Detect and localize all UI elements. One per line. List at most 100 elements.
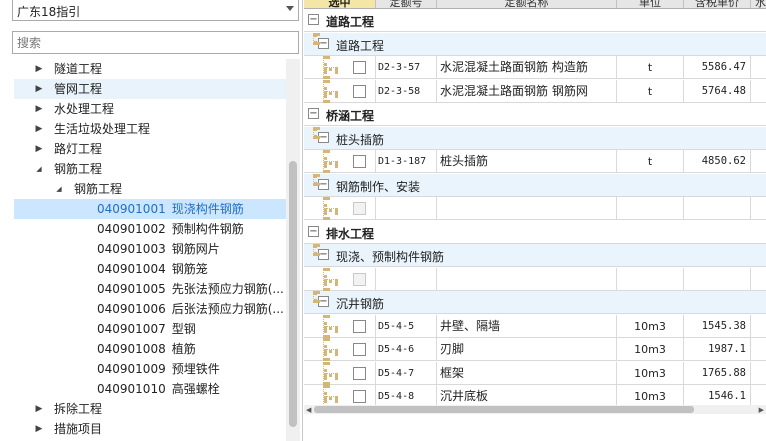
unit-cell: 10m3 [617,385,684,405]
group-row[interactable]: − 排水工程 [304,221,766,244]
scroll-right-icon[interactable]: ▶ [759,406,764,414]
tree-item[interactable]: ▶ 拆除工程 [14,399,286,419]
tree-item-040901003[interactable]: 040901003 钢筋网片 [14,239,286,259]
unit-cell: 10m3 [617,338,684,361]
collapse-icon[interactable]: − [308,108,319,119]
guide-dropdown[interactable]: 广东18指引 [12,0,299,21]
collapse-icon[interactable]: − [318,249,329,260]
column-header[interactable]: 选中 [304,0,376,8]
group-label: 排水工程 [326,227,375,241]
table-horizontal-scrollbar[interactable]: ◀ ▶ [304,405,766,414]
collapse-icon[interactable]: − [318,38,329,49]
quota-code-cell: D5-4-7 [376,362,437,385]
tree-item-040901007[interactable]: 040901007 型钢 [14,319,286,339]
table-row[interactable]: D1-3-187 桩头插筋 t 4850.62 [304,150,766,173]
collapsed-arrow-icon[interactable]: ▶ [34,119,44,139]
tree-item[interactable]: ▶ 生活垃圾处理工程 [14,119,286,139]
table-row[interactable]: D5-4-7 框架 10m3 1765.88 [304,362,766,385]
collapsed-arrow-icon[interactable]: ▶ [34,399,44,419]
tree-item[interactable]: ◢ 钢筋工程 [14,179,286,199]
tree-item-label: 水处理工程 [54,99,114,119]
tree-item-040901009[interactable]: 040901009 预埋铁件 [14,359,286,379]
tree-scrollbar-thumb[interactable] [289,161,297,427]
tree-item-text: 先张法预应力钢筋(... [171,282,284,296]
column-header[interactable]: 水 [751,0,766,8]
column-header[interactable]: 含税单价 [684,0,751,8]
chevron-down-icon[interactable] [286,6,294,11]
collapsed-arrow-icon[interactable]: ▶ [34,79,44,99]
tree-item[interactable]: ▶ 路灯工程 [14,139,286,159]
tree-item[interactable]: ▶ 管网工程 [14,79,286,99]
expanded-arrow-icon[interactable]: ◢ [34,159,44,179]
table-row[interactable]: D5-4-8 沉井底板 10m3 1546.1 [304,385,766,405]
price-cell: 1545.38 [684,315,751,338]
group-row[interactable]: − 桩头插筋 [304,127,766,150]
select-checkbox[interactable] [353,367,366,380]
guide-dropdown-value: 广东18指引 [17,5,81,19]
table-cell [617,197,684,220]
tree-item-label: 040901009 预埋铁件 [97,359,220,379]
tree-item-text: 拆除工程 [54,402,103,416]
collapsed-arrow-icon[interactable]: ▶ [34,419,44,439]
select-checkbox[interactable] [353,61,366,74]
group-row[interactable]: − 道路工程 [304,33,766,56]
empty-row[interactable] [304,197,766,220]
select-checkbox[interactable] [353,390,366,403]
tree-item-label: 措施项目 [54,419,102,439]
column-header[interactable]: 单位 [617,0,684,8]
tree-item-040901006[interactable]: 040901006 后张法预应力钢筋(... [14,299,286,319]
tree-item-text: 路灯工程 [54,142,103,156]
tree-item-040901001[interactable]: 040901001 现浇构件钢筋 [14,199,286,219]
table-cell [376,268,437,291]
tree-item-040901008[interactable]: 040901008 植筋 [14,339,286,359]
table-cell [684,268,751,291]
column-header[interactable]: 定额名称 [437,0,617,8]
column-header[interactable]: 定额号 [376,0,437,8]
price-cell: 1987.1 [684,338,751,361]
table-row[interactable]: D2-3-57 水泥混凝土路面钢筋 构造筋 t 5586.47 [304,56,766,79]
select-checkbox[interactable] [353,343,366,356]
group-row[interactable]: − 钢筋制作、安装 [304,174,766,197]
select-checkbox[interactable] [353,155,366,168]
collapse-icon[interactable]: − [308,226,319,237]
tree-item-code: 040901001 [97,202,166,216]
tree-item-040901002[interactable]: 040901002 预制构件钢筋 [14,219,286,239]
left-panel: 广东18指引 ▶ 隧道工程 ▶ 管网工程 ▶ 水处理工程 ▶ 生活垃圾处理工程 ▶ 路灯工程 ◢ 钢筋… [0,0,303,441]
tree-item[interactable]: ▶ 隧道工程 [14,59,286,79]
select-checkbox[interactable] [353,320,366,333]
tree-item-text: 预制构件钢筋 [171,222,244,236]
group-row[interactable]: − 桥涵工程 [304,103,766,126]
table-row[interactable]: D5-4-5 井壁、隔墙 10m3 1545.38 [304,315,766,338]
tree-item[interactable]: ◢ 钢筋工程 [14,159,286,179]
collapsed-arrow-icon[interactable]: ▶ [34,99,44,119]
tree-item-040901004[interactable]: 040901004 钢筋笼 [14,259,286,279]
tree-item-040901010[interactable]: 040901010 高强螺栓 [14,379,286,399]
table-cell [751,56,766,79]
tree-item[interactable]: ▶ 水处理工程 [14,99,286,119]
group-label: 桩头插筋 [336,133,385,147]
category-tree: ▶ 隧道工程 ▶ 管网工程 ▶ 水处理工程 ▶ 生活垃圾处理工程 ▶ 路灯工程 ◢ 钢筋工程 ◢ 钢筋工程… [0,59,286,441]
expanded-arrow-icon[interactable]: ◢ [54,179,64,199]
table-scrollbar-thumb[interactable] [314,406,694,413]
tree-scrollbar[interactable] [286,59,300,441]
collapse-icon[interactable]: − [318,132,329,143]
search-input[interactable] [12,31,299,54]
collapsed-arrow-icon[interactable]: ▶ [34,139,44,159]
collapse-icon[interactable]: − [308,14,319,25]
collapse-icon[interactable]: − [318,179,329,190]
empty-row[interactable] [304,268,766,291]
collapse-icon[interactable]: − [318,296,329,307]
quota-code-cell: D5-4-5 [376,315,437,338]
collapsed-arrow-icon[interactable]: ▶ [34,59,44,79]
group-row[interactable]: − 沉井钢筋 [304,291,766,314]
table-cell [684,197,751,220]
tree-item-040901005[interactable]: 040901005 先张法预应力钢筋(... [14,279,286,299]
group-row[interactable]: − 道路工程 [304,9,766,32]
tree-item[interactable]: ▶ 措施项目 [14,419,286,439]
table-row[interactable]: D2-3-58 水泥混凝土路面钢筋 钢筋网 t 5764.48 [304,80,766,103]
table-cell [376,197,437,220]
scroll-left-icon[interactable]: ◀ [306,406,311,414]
table-row[interactable]: D5-4-6 刃脚 10m3 1987.1 [304,338,766,361]
select-checkbox[interactable] [353,85,366,98]
group-row[interactable]: − 现浇、预制构件钢筋 [304,244,766,267]
